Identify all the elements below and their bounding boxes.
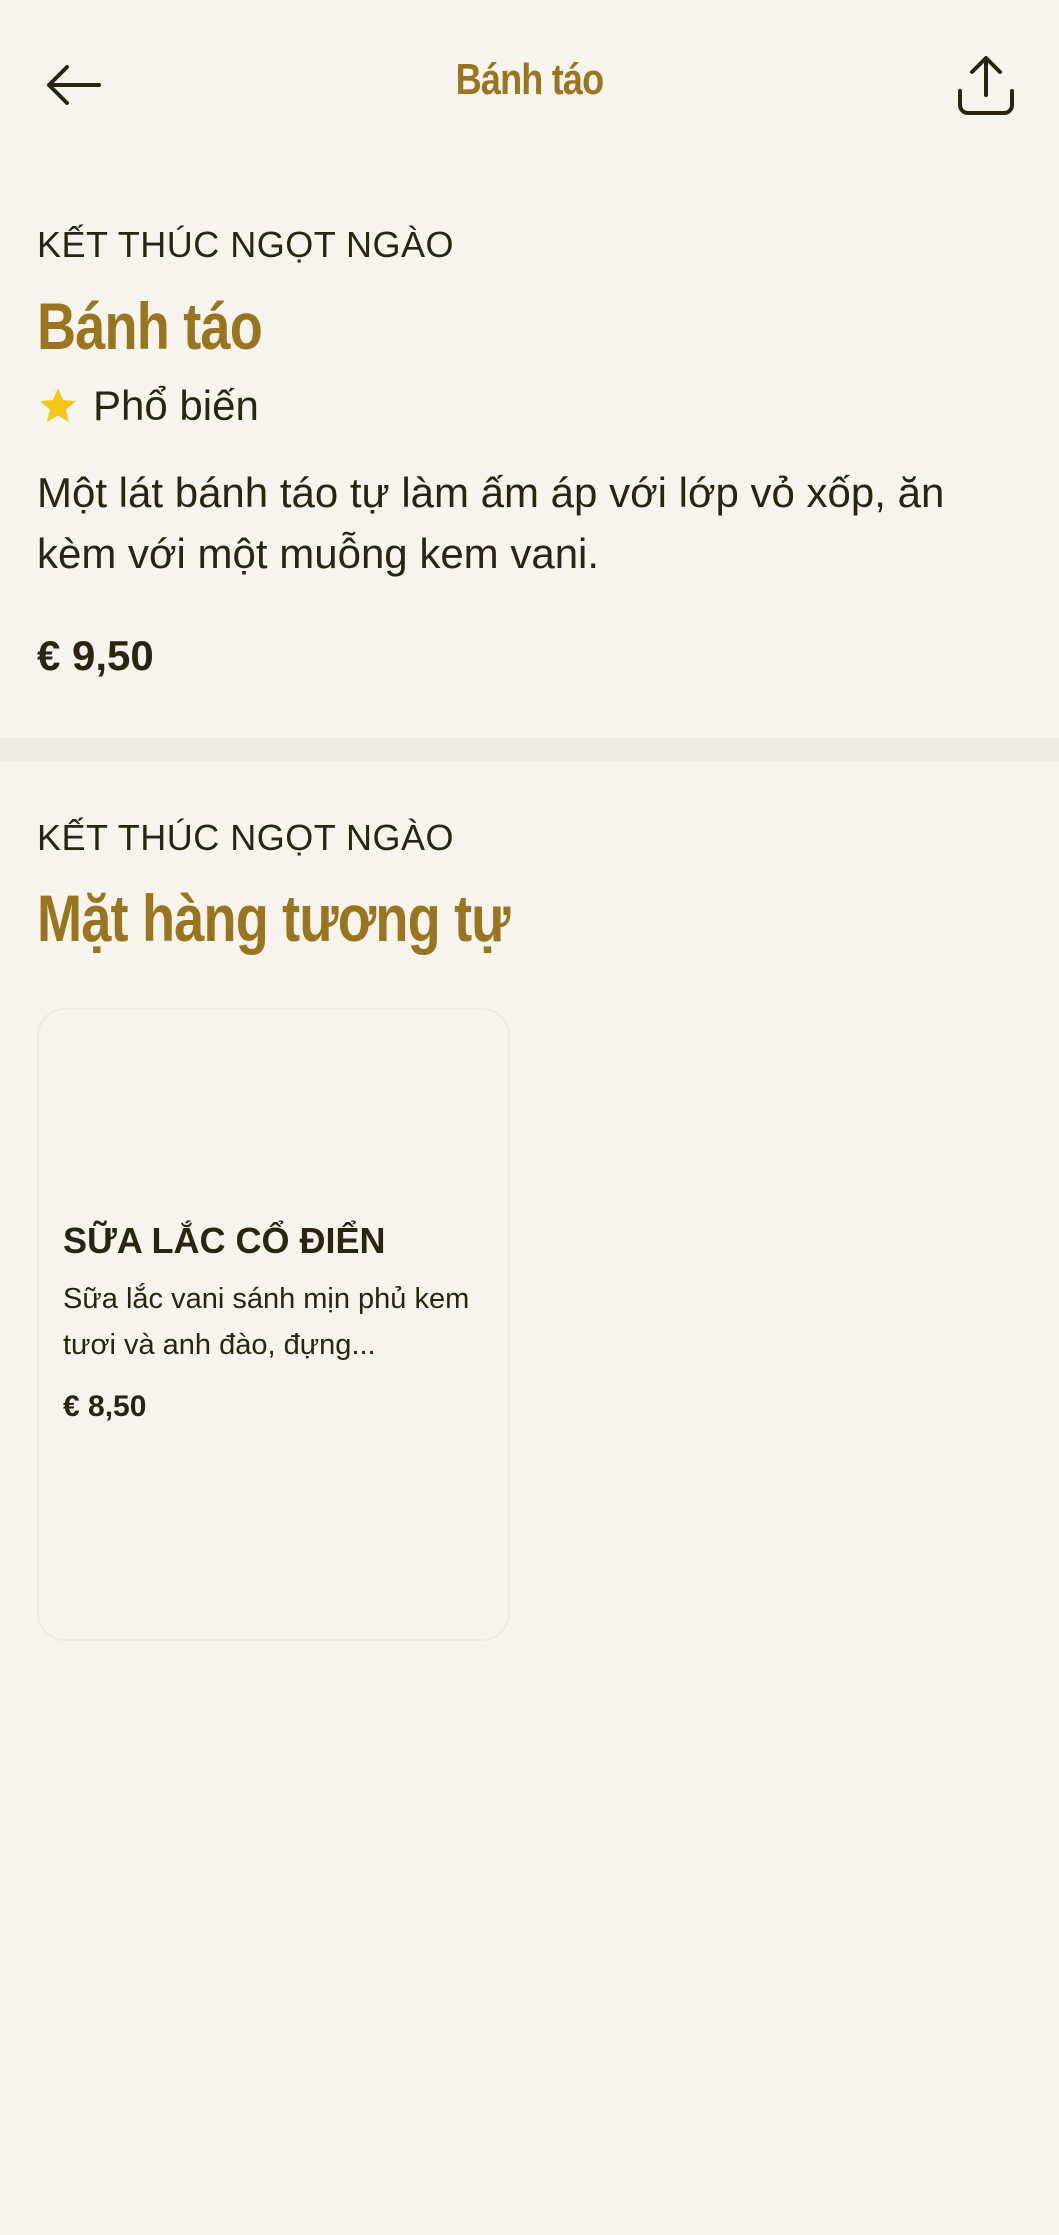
similar-items-title: Mặt hàng tương tự	[37, 881, 510, 955]
similar-item-description: Sữa lắc vani sánh mịn phủ kem tươi và an…	[63, 1283, 470, 1361]
item-description: Một lát bánh táo tự làm ấm áp với lớp vỏ…	[37, 469, 945, 577]
page-title: Bánh táo	[455, 55, 605, 104]
item-price: € 9,50	[37, 632, 154, 679]
similar-category-label: KẾT THÚC NGỌT NGÀO	[37, 817, 455, 858]
section-divider	[0, 738, 1059, 762]
star-icon	[40, 388, 76, 423]
similar-item-name: SỮA LẮC CỔ ĐIỂN	[63, 1220, 386, 1261]
popular-badge-label: Phổ biến	[93, 382, 259, 429]
share-button[interactable]	[941, 40, 1031, 130]
item-name: Bánh táo	[37, 289, 263, 363]
share-upload-icon	[958, 56, 1014, 115]
similar-item-card[interactable]: SỮA LẮC CỔ ĐIỂN Sữa lắc vani sánh mịn ph…	[37, 1008, 510, 1641]
arrow-left-icon	[47, 65, 101, 105]
item-category-label: KẾT THÚC NGỌT NGÀO	[37, 224, 455, 265]
popular-badge: Phổ biến	[37, 382, 259, 430]
similar-item-price: € 8,50	[63, 1390, 147, 1423]
top-app-bar: Bánh táo	[0, 0, 1059, 170]
